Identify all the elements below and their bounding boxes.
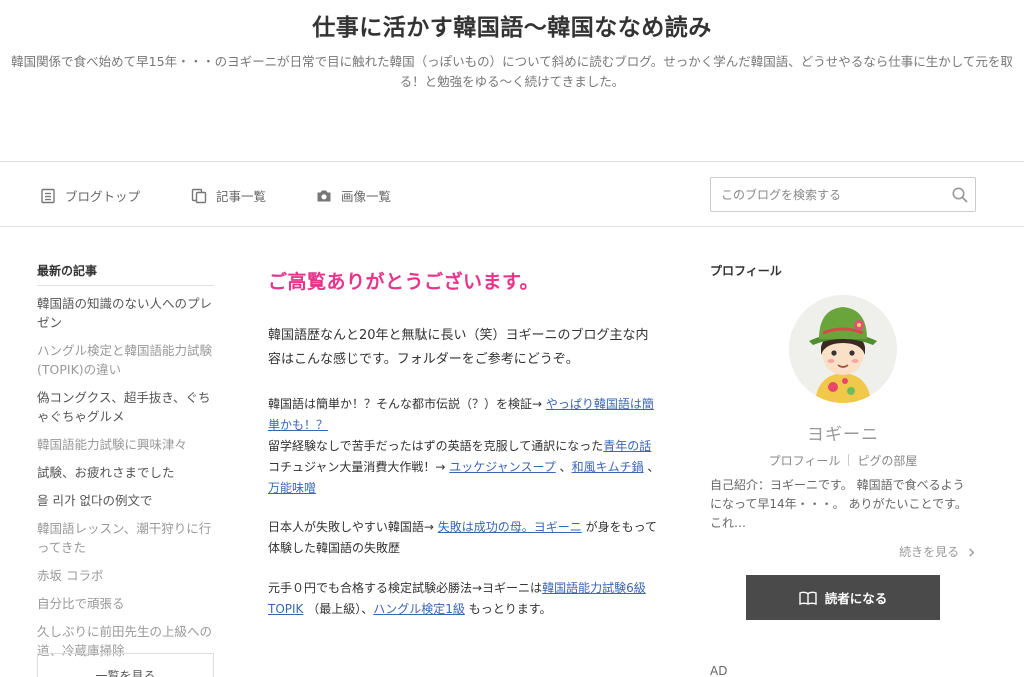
blog-search — [710, 177, 976, 212]
link-yukgaejang-soup[interactable]: ユッケジャンスープ — [449, 460, 555, 474]
text: 、 — [555, 460, 572, 474]
article-title: ご高覧ありがとうございます。 — [268, 271, 540, 293]
pigg-room-link[interactable]: ピグの部屋 — [857, 454, 917, 468]
recent-article-item[interactable]: 韓国語能力試験に興味津々 — [37, 435, 214, 454]
recent-article-item[interactable]: 偽コングクス、超手抜き、ぐちゃぐちゃグルメ — [37, 388, 214, 426]
view-all-button[interactable]: 一覧を見る — [37, 653, 214, 677]
text: 元手０円でも合格する検定試験必勝法→ヨギーニは — [268, 581, 543, 595]
profile-name[interactable]: ヨギーニ — [710, 420, 976, 445]
search-icon[interactable] — [951, 186, 969, 204]
profile-heading: プロフィール — [710, 264, 782, 278]
text: 留学経験なしで苦手だったはずの英語を克服して通訳になった — [268, 439, 604, 453]
subscribe-label: 読者になる — [824, 591, 888, 606]
read-more-label: 続きを見る — [899, 545, 960, 559]
separator — [848, 454, 850, 466]
profile-intro: 自己紹介：ヨギーニです。 韓国語で食べるようになって早14年・・・。 ありがたい… — [710, 478, 967, 530]
profile-links: プロフィール ピグの部屋 — [710, 452, 976, 469]
avatar-illustration — [789, 295, 897, 403]
recent-article-item[interactable]: 韓国語レッスン、潮干狩りに行ってきた — [37, 519, 214, 557]
link-hangul-kentei-1[interactable]: ハングル検定1級 — [373, 602, 465, 616]
link-young-man-story[interactable]: 青年の話 — [603, 439, 651, 453]
blog-navbar: ブログトップ 記事一覧 画像一覧 — [0, 161, 1024, 227]
nav-image-list-label: 画像一覧 — [341, 189, 392, 204]
article-paragraph: 日本人が失敗しやすい韓国語→ 失敗は成功の母。ヨギーニ が身をもって体験した韓国… — [268, 517, 660, 559]
camera-icon — [317, 190, 331, 201]
ad-label: AD — [710, 664, 728, 677]
link-kimchi-nabe[interactable]: 和風キムチ鍋 — [572, 460, 644, 474]
search-input[interactable] — [711, 178, 941, 211]
copy-icon — [191, 188, 207, 203]
recent-article-item[interactable]: 自分比で頑張る — [37, 594, 214, 613]
recent-article-item[interactable]: ハングル検定と韓国語能力試験(TOPIK)の違い — [37, 341, 214, 379]
blog-title[interactable]: 仕事に活かす韓国語〜韓国ななめ読み — [0, 8, 1024, 42]
avatar[interactable] — [789, 295, 897, 403]
subscribe-button[interactable]: 読者になる — [746, 575, 940, 620]
article-paragraph: 韓国語は簡単か！？そんな都市伝説（？）を検証→ やっぱり韓国語は簡単かも！？ 留… — [268, 394, 660, 499]
read-more-link[interactable]: 続きを見る — [899, 543, 976, 560]
recent-articles: 最新の記事 韓国語の知識のない人へのプレゼン ハングル検定と韓国語能力試験(TOP… — [37, 262, 214, 677]
recent-articles-list: 韓国語の知識のない人へのプレゼン ハングル検定と韓国語能力試験(TOPIK)の違い… — [37, 294, 214, 660]
recent-article-item[interactable]: 試験、お疲れさまでした — [37, 463, 214, 482]
nav-blog-top-label: ブログトップ — [65, 189, 141, 204]
nav-image-list[interactable]: 画像一覧 — [316, 186, 391, 205]
blog-description: 韓国関係で食べ始めて早15年・・・のヨギーニが日常で目に触れた韓国（っぽいもの）… — [11, 54, 1013, 89]
text: コチュジャン大量消費大作戦！→ — [268, 460, 450, 474]
link-failure-mother[interactable]: 失敗は成功の母。ヨギーニ — [438, 520, 582, 534]
recent-articles-heading: 最新の記事 — [37, 262, 214, 286]
book-icon — [799, 591, 817, 605]
text: もっとります。 — [464, 602, 552, 616]
profile-link[interactable]: プロフィール — [769, 454, 841, 468]
recent-article-item[interactable]: 韓国語の知識のない人へのプレゼン — [37, 294, 214, 332]
text: （最上級）、 — [303, 602, 374, 616]
profile-sidebar: プロフィール ヨギーニ プロフィール ピグの部屋 自己紹介：ヨギーニです。 韓国… — [710, 262, 976, 677]
article-intro: 韓国語歴なんと20年と無駄に長い（笑）ヨギーニのブログ主な内容はこんな感じです。… — [268, 328, 649, 367]
recent-article-item[interactable]: 을 리가 없다の例文で — [37, 491, 214, 510]
document-icon — [41, 188, 55, 203]
text: 日本人が失敗しやすい韓国語→ — [268, 520, 438, 534]
link-miso[interactable]: 万能味噌 — [268, 481, 316, 495]
chevron-right-icon — [969, 548, 975, 557]
article-paragraph: 元手０円でも合格する検定試験必勝法→ヨギーニは韓国語能力試験6級TOPIK （最… — [268, 578, 660, 620]
text: 韓国語は簡単か！？そんな都市伝説（？）を検証→ — [268, 397, 546, 411]
nav-article-list[interactable]: 記事一覧 — [191, 186, 266, 205]
nav-blog-top[interactable]: ブログトップ — [40, 186, 140, 205]
recent-article-item[interactable]: 赤坂 コラボ — [37, 566, 214, 585]
text: 、 — [643, 460, 660, 474]
main-article: ご高覧ありがとうございます。 韓国語歴なんと20年と無駄に長い（笑）ヨギーニのブ… — [268, 262, 660, 620]
nav-article-list-label: 記事一覧 — [216, 189, 267, 204]
